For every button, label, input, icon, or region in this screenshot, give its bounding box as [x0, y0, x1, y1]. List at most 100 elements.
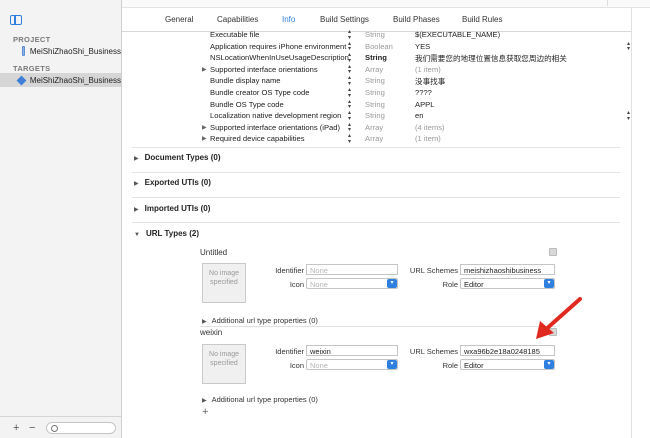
- icon-popup[interactable]: None ▾: [306, 359, 398, 370]
- plist-key: Supported interface orientations (iPad): [210, 122, 341, 132]
- key-stepper-icon[interactable]: ▴ ▾: [348, 110, 354, 122]
- plist-key: Executable file: [210, 30, 260, 39]
- disclosure-triangle-icon: ▶: [134, 207, 139, 213]
- tab-build-rules[interactable]: Build Rules: [462, 15, 502, 24]
- identifier-field[interactable]: None: [306, 264, 398, 275]
- chevron-down-icon: ▾: [387, 279, 397, 288]
- plist-row[interactable]: Bundle OS Type code ▴ ▾ String APPL: [202, 99, 632, 112]
- tab-general[interactable]: General: [165, 15, 193, 24]
- plist-row[interactable]: ▶ Supported interface orientations ▴ ▾ Array…: [202, 64, 632, 77]
- tab-build-phases[interactable]: Build Phases: [393, 15, 440, 24]
- plist-key: Application requires iPhone environment: [210, 41, 347, 51]
- tab-build-settings[interactable]: Build Settings: [320, 15, 369, 24]
- targets-header: TARGETS: [13, 64, 51, 73]
- value-stepper-icon[interactable]: ▴ ▾: [627, 41, 630, 53]
- key-stepper-icon[interactable]: ▴ ▾: [348, 133, 354, 145]
- url-schemes-field[interactable]: meishizhaoshibusiness: [460, 264, 555, 275]
- sidebar-toggle-icon[interactable]: [10, 15, 22, 25]
- key-stepper-icon[interactable]: ▴ ▾: [348, 41, 354, 53]
- annotation-arrow-icon: [536, 297, 582, 339]
- plist-row[interactable]: Localization native development region ▴ ▾…: [202, 110, 632, 123]
- remove-target-button[interactable]: −: [29, 422, 35, 434]
- value-stepper-icon[interactable]: ▴ ▾: [627, 110, 630, 122]
- plist-value[interactable]: (4 items): [415, 123, 445, 132]
- section-exported-utis[interactable]: ▶ Exported UTIs (0): [134, 178, 211, 187]
- project-file-icon: [22, 46, 25, 56]
- key-stepper-icon[interactable]: ▴ ▾: [348, 122, 354, 134]
- plist-type: Array: [365, 64, 384, 74]
- plist-value[interactable]: $(EXECUTABLE_NAME): [415, 30, 500, 39]
- identifier-label: Identifier: [275, 266, 304, 275]
- icon-popup[interactable]: None ▾: [306, 278, 398, 289]
- disclosure-triangle-icon: ▶: [202, 398, 207, 404]
- url-type-image-well[interactable]: No image specified: [202, 344, 246, 384]
- identifier-field[interactable]: weixin: [306, 345, 398, 356]
- key-stepper-icon[interactable]: ▴ ▾: [348, 64, 354, 76]
- plist-value[interactable]: 没事找事: [415, 76, 445, 87]
- plist-row[interactable]: ▶ Required device capabilities ▴ ▾ Array (1 i…: [202, 133, 632, 146]
- role-label: Role: [442, 280, 458, 289]
- plist-row[interactable]: Executable file ▴ ▾ String $(EXECUTABLE_NAME…: [202, 29, 632, 42]
- plist-row[interactable]: Bundle display name ▴ ▾ String 没事找事: [202, 75, 632, 88]
- url-type-title: weixin: [200, 328, 223, 337]
- additional-properties-toggle[interactable]: ▶ Additional url type properties (0): [202, 316, 318, 325]
- plist-type: String: [365, 30, 385, 39]
- plist-key: Bundle display name: [210, 76, 281, 86]
- tab-info[interactable]: Info: [282, 15, 295, 24]
- url-schemes-field[interactable]: wxa96b2e18a0248185: [460, 345, 555, 356]
- plist-type: Array: [365, 134, 384, 144]
- plist-type: Boolean: [365, 41, 393, 51]
- url-schemes-label: URL Schemes: [409, 266, 458, 275]
- role-popup[interactable]: Editor ▾: [460, 359, 555, 370]
- plist-type: String: [365, 99, 385, 109]
- section-document-types[interactable]: ▶ Document Types (0): [134, 153, 221, 162]
- plist-type: Array: [365, 122, 384, 132]
- key-stepper-icon[interactable]: ▴ ▾: [348, 75, 354, 87]
- key-stepper-icon[interactable]: ▴ ▾: [348, 52, 354, 64]
- section-url-types[interactable]: ▼ URL Types (2): [134, 229, 199, 238]
- disclosure-triangle-icon: ▶: [202, 319, 207, 325]
- disclosure-triangle-icon[interactable]: ▶: [202, 135, 207, 142]
- key-stepper-icon[interactable]: ▴ ▾: [348, 29, 354, 41]
- disclosure-triangle-icon[interactable]: ▶: [202, 66, 207, 73]
- tab-capabilities[interactable]: Capabilities: [217, 15, 258, 24]
- role-label: Role: [442, 361, 458, 370]
- add-url-type-button[interactable]: +: [202, 406, 208, 418]
- icon-label: Icon: [289, 280, 304, 289]
- plist-value[interactable]: (1 item): [415, 134, 441, 143]
- additional-properties-toggle[interactable]: ▶ Additional url type properties (0): [202, 395, 318, 404]
- plist-type: String: [365, 111, 385, 121]
- plist-row[interactable]: Bundle creator OS Type code ▴ ▾ String????: [202, 87, 632, 100]
- plist-key: Required device capabilities: [210, 134, 305, 144]
- filter-field[interactable]: [46, 422, 116, 434]
- key-stepper-icon[interactable]: ▴ ▾: [348, 99, 354, 111]
- url-type-image-well[interactable]: No image specified: [202, 263, 246, 303]
- plist-row[interactable]: NSLocationWhenInUseUsageDescription ▴ ▾ Str…: [202, 52, 632, 65]
- plist-value[interactable]: 我们需要您的地理位置信息获取您周边的相关: [415, 53, 567, 64]
- section-imported-utis[interactable]: ▶ Imported UTIs (0): [134, 204, 210, 213]
- filter-icon: [51, 425, 58, 432]
- url-type-title: Untitled: [200, 248, 228, 257]
- role-popup[interactable]: Editor ▾: [460, 278, 555, 289]
- plist-value[interactable]: YES: [415, 42, 430, 51]
- plist-row[interactable]: Application requires iPhone environment ▴…: [202, 41, 632, 54]
- plist-value[interactable]: APPL: [415, 100, 434, 109]
- sidebar-footer: + −: [0, 416, 121, 438]
- plist-key: Bundle OS Type code: [210, 99, 284, 109]
- plist-key: Supported interface orientations: [210, 64, 318, 74]
- sidebar-item-target[interactable]: MeiShiZhaoShi_Business: [0, 73, 121, 87]
- plist-value[interactable]: (1 item): [415, 65, 441, 74]
- target-icon: [16, 75, 27, 85]
- disclosure-triangle-icon[interactable]: ▶: [202, 124, 207, 131]
- sidebar-item-label: MeiShiZhaoShi_Business: [29, 75, 121, 85]
- url-type-delete-icon[interactable]: [549, 248, 557, 256]
- plist-row[interactable]: ▶ Supported interface orientations (iPad)…: [202, 122, 632, 135]
- plist-key: NSLocationWhenInUseUsageDescription: [210, 53, 349, 63]
- add-target-button[interactable]: +: [13, 422, 19, 434]
- chevron-down-icon: ▾: [544, 360, 554, 369]
- plist-value[interactable]: ????: [415, 88, 432, 97]
- key-stepper-icon[interactable]: ▴ ▾: [348, 87, 354, 99]
- disclosure-triangle-icon: ▶: [134, 181, 139, 187]
- plist-value[interactable]: en: [415, 111, 423, 120]
- sidebar-item-project[interactable]: MeiShiZhaoShi_Business: [0, 44, 121, 58]
